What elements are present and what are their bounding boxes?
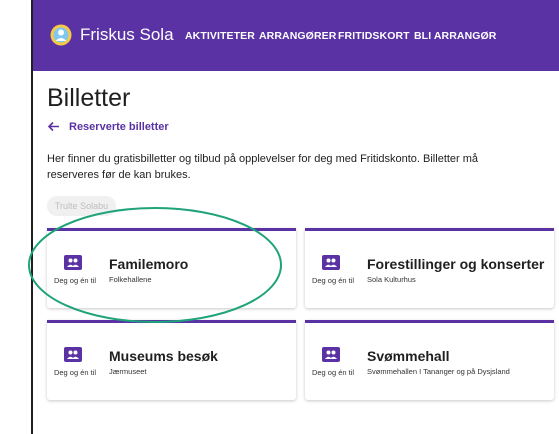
ticket-venue: Folkehallene <box>109 275 152 284</box>
intro-text: Her finner du gratisbilletter og tilbud … <box>47 153 479 181</box>
arrow-left-icon <box>47 121 59 132</box>
ticket-card-familemoro[interactable]: Deg og én til Familemoro Folkehallene <box>47 228 296 308</box>
ticket-card-svommehall[interactable]: Deg og én til Svømmehall Svømmehallen I … <box>305 320 554 400</box>
people-icon <box>322 347 340 362</box>
ticket-quantity-label: Deg og én til <box>53 276 97 285</box>
ticket-venue: Jærmuseet <box>109 367 147 376</box>
reserved-tickets-link[interactable]: Reserverte billetter <box>47 120 169 133</box>
page-title: Billetter <box>47 84 131 112</box>
friskus-logo-icon[interactable] <box>50 24 72 46</box>
ticket-card-museums[interactable]: Deg og én til Museums besøk Jærmuseet <box>47 320 296 400</box>
ticket-quantity-label: Deg og én til <box>311 368 355 377</box>
ticket-quantity-label: Deg og én til <box>311 276 355 285</box>
ticket-quantity-label: Deg og én til <box>53 368 97 377</box>
brand-name[interactable]: Friskus Sola <box>80 25 174 45</box>
ticket-title: Familemoro <box>109 256 189 272</box>
ticket-title: Forestillinger og konserter <box>367 256 545 272</box>
nav-arrangorer[interactable]: ARRANGØRER <box>259 30 336 42</box>
user-filter-chip[interactable]: Trulte Solabu <box>47 196 116 216</box>
nav-fritidskort[interactable]: FRITIDSKORT <box>338 30 410 42</box>
people-icon <box>64 255 82 270</box>
ticket-card-forestillinger[interactable]: Deg og én til Forestillinger og konserte… <box>305 228 554 308</box>
reserved-tickets-label: Reserverte billetter <box>69 120 169 133</box>
nav-bli-arrangor[interactable]: BLI ARRANGØR <box>414 30 496 42</box>
nav-aktiviteter[interactable]: AKTIVITETER <box>185 30 255 42</box>
ticket-venue: Sola Kulturhus <box>367 275 416 284</box>
ticket-title: Svømmehall <box>367 348 450 364</box>
people-icon <box>64 347 82 362</box>
ticket-title: Museums besøk <box>109 348 218 364</box>
ticket-venue: Svømmehallen I Tananger og på Dysjsland <box>367 367 510 376</box>
people-icon <box>322 255 340 270</box>
